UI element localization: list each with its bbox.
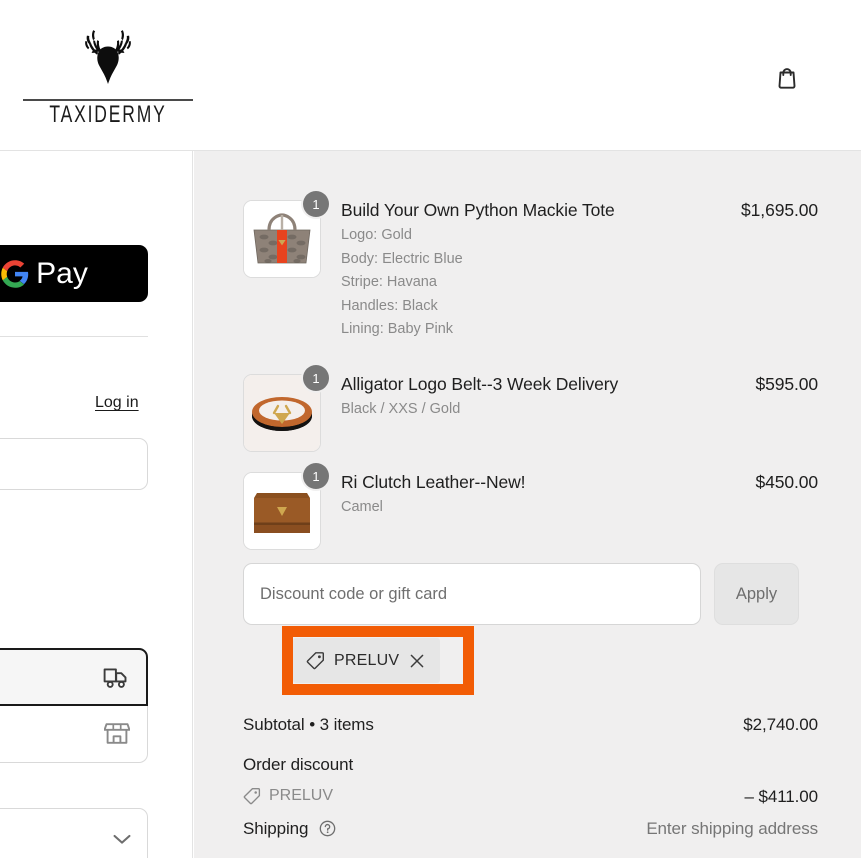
applied-discount-code: PRELUV xyxy=(334,651,400,669)
shipping-method-pickup-option[interactable] xyxy=(0,706,148,763)
line-item-variants: Logo: Gold Body: Electric Blue Stripe: H… xyxy=(341,224,463,342)
line-item-price: $595.00 xyxy=(755,374,818,394)
line-item-title: Ri Clutch Leather--New! xyxy=(341,472,526,492)
google-pay-label: Pay xyxy=(36,256,88,290)
line-item-quantity-badge: 1 xyxy=(303,463,329,489)
shipping-help-button[interactable] xyxy=(319,820,336,842)
shipping-label: Shipping xyxy=(243,819,309,838)
line-item-variant: Camel xyxy=(341,499,383,515)
discount-amount-value: – $411.00 xyxy=(744,787,819,806)
line-item-variants: Black / XXS / Gold xyxy=(341,398,460,422)
checkout-page: TAXIDERMY Pay Log in 1 Build Your Own Py… xyxy=(0,0,861,858)
site-header: TAXIDERMY xyxy=(0,0,861,151)
line-item-price: $1,695.00 xyxy=(741,200,818,220)
brand-name: TAXIDERMY xyxy=(49,102,167,129)
shopping-bag-icon xyxy=(778,68,796,89)
express-pay-divider xyxy=(0,336,148,337)
email-field[interactable] xyxy=(0,438,148,490)
line-item-variant: Black / XXS / Gold xyxy=(341,401,461,417)
discount-code-line: PRELUV xyxy=(243,787,333,805)
line-item-variant: Logo: Gold xyxy=(341,227,412,243)
close-icon xyxy=(410,654,424,667)
brand-logo[interactable]: TAXIDERMY xyxy=(23,18,193,130)
checkout-form-column: Pay Log in xyxy=(0,151,193,858)
order-discount-label: Order discount xyxy=(243,755,354,774)
line-item-thumbnail: 1 xyxy=(243,365,329,452)
shipping-label-wrap: Shipping xyxy=(243,819,336,842)
line-item-variant: Stripe: Havana xyxy=(341,274,437,290)
google-g-icon xyxy=(1,259,29,288)
deer-head-icon xyxy=(85,30,131,84)
cart-button[interactable] xyxy=(770,60,804,94)
subtotal-label: Subtotal • 3 items xyxy=(243,715,374,734)
line-item-title: Build Your Own Python Mackie Tote xyxy=(341,200,615,220)
line-item-variant: Handles: Black xyxy=(341,297,438,314)
delivery-truck-icon xyxy=(103,668,127,688)
country-select[interactable] xyxy=(0,808,148,858)
order-summary-panel: 1 Build Your Own Python Mackie Tote Logo… xyxy=(194,151,861,858)
line-item-variant: Body: Electric Blue xyxy=(341,250,463,267)
shipping-value: Enter shipping address xyxy=(646,819,818,838)
line-item-quantity-badge: 1 xyxy=(303,191,329,217)
google-pay-button[interactable]: Pay xyxy=(0,245,148,302)
discount-code-name: PRELUV xyxy=(269,787,334,804)
apply-discount-button[interactable]: Apply xyxy=(714,563,799,625)
line-item-thumbnail: 1 xyxy=(243,463,329,550)
logo-divider-rule xyxy=(23,99,193,101)
applied-discount-chip[interactable]: PRELUV xyxy=(293,638,441,683)
tag-icon xyxy=(306,652,325,670)
login-link[interactable]: Log in xyxy=(95,394,139,412)
line-item-thumbnail: 1 xyxy=(243,191,329,278)
line-item-variant: Lining: Baby Pink xyxy=(341,321,454,337)
subtotal-value: $2,740.00 xyxy=(743,715,818,734)
line-item-price: $450.00 xyxy=(755,472,818,492)
tag-icon xyxy=(243,788,261,805)
question-mark-icon xyxy=(319,820,336,837)
line-item-title: Alligator Logo Belt--3 Week Delivery xyxy=(341,374,619,394)
line-item-variants: Camel xyxy=(341,496,383,520)
storefront-icon xyxy=(104,723,130,744)
discount-code-input[interactable] xyxy=(243,563,701,625)
remove-discount-button[interactable] xyxy=(408,652,426,670)
discount-row: Apply xyxy=(243,563,818,625)
chevron-down-icon xyxy=(113,834,131,844)
shipping-method-ship-option[interactable] xyxy=(0,648,148,706)
line-item-quantity-badge: 1 xyxy=(303,365,329,391)
